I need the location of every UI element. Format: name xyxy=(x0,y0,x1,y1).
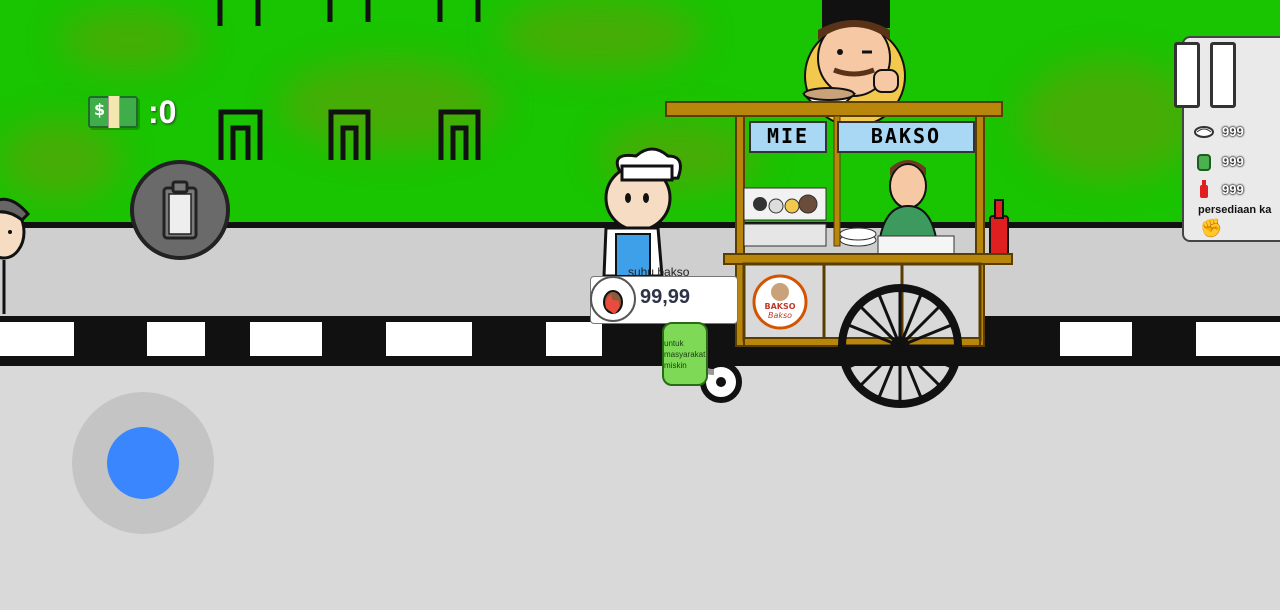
temperature-label: suhu bakso xyxy=(628,265,690,279)
fridge-door-right xyxy=(1210,42,1236,108)
gas-tank-text: untuk masyarakat miskin xyxy=(664,339,706,370)
noodle-icon xyxy=(1194,126,1214,138)
sauce-bottle-icon xyxy=(1200,180,1208,198)
stock-noodle: 999 xyxy=(1194,120,1244,142)
clipboard-button[interactable] xyxy=(130,160,230,260)
money-counter: $ :0 xyxy=(88,92,176,132)
inventory-label: persediaan ka xyxy=(1198,204,1272,216)
cart-logo-text: BAKSO Bakso xyxy=(764,302,796,320)
money-bill-icon: $ xyxy=(88,96,138,128)
stool xyxy=(438,109,481,160)
money-value: :0 xyxy=(148,93,177,130)
meatball-fire-icon xyxy=(590,276,636,322)
cart-sign-mie: MIE xyxy=(766,124,810,148)
stock-gas: 999 xyxy=(1194,150,1244,172)
stock-sauce: 999 xyxy=(1194,178,1244,200)
cart-sign-bakso: BAKSO xyxy=(870,124,942,148)
npc-customer xyxy=(0,197,31,314)
clipboard-icon xyxy=(162,180,198,240)
fridge-door-left xyxy=(1174,42,1200,108)
stock-noodle-value: 999 xyxy=(1222,123,1244,139)
bakso-cart xyxy=(665,0,1013,408)
gas-can-icon xyxy=(1197,154,1211,171)
cart-wheel xyxy=(838,284,962,408)
stock-gas-value: 999 xyxy=(1222,153,1244,169)
temperature-value: 99,99 xyxy=(640,286,691,308)
stock-sauce-value: 999 xyxy=(1222,181,1244,197)
stool xyxy=(328,109,371,160)
stool xyxy=(218,109,263,160)
joystick-knob[interactable] xyxy=(107,427,179,499)
hand-icon: ✊ xyxy=(1200,218,1223,239)
